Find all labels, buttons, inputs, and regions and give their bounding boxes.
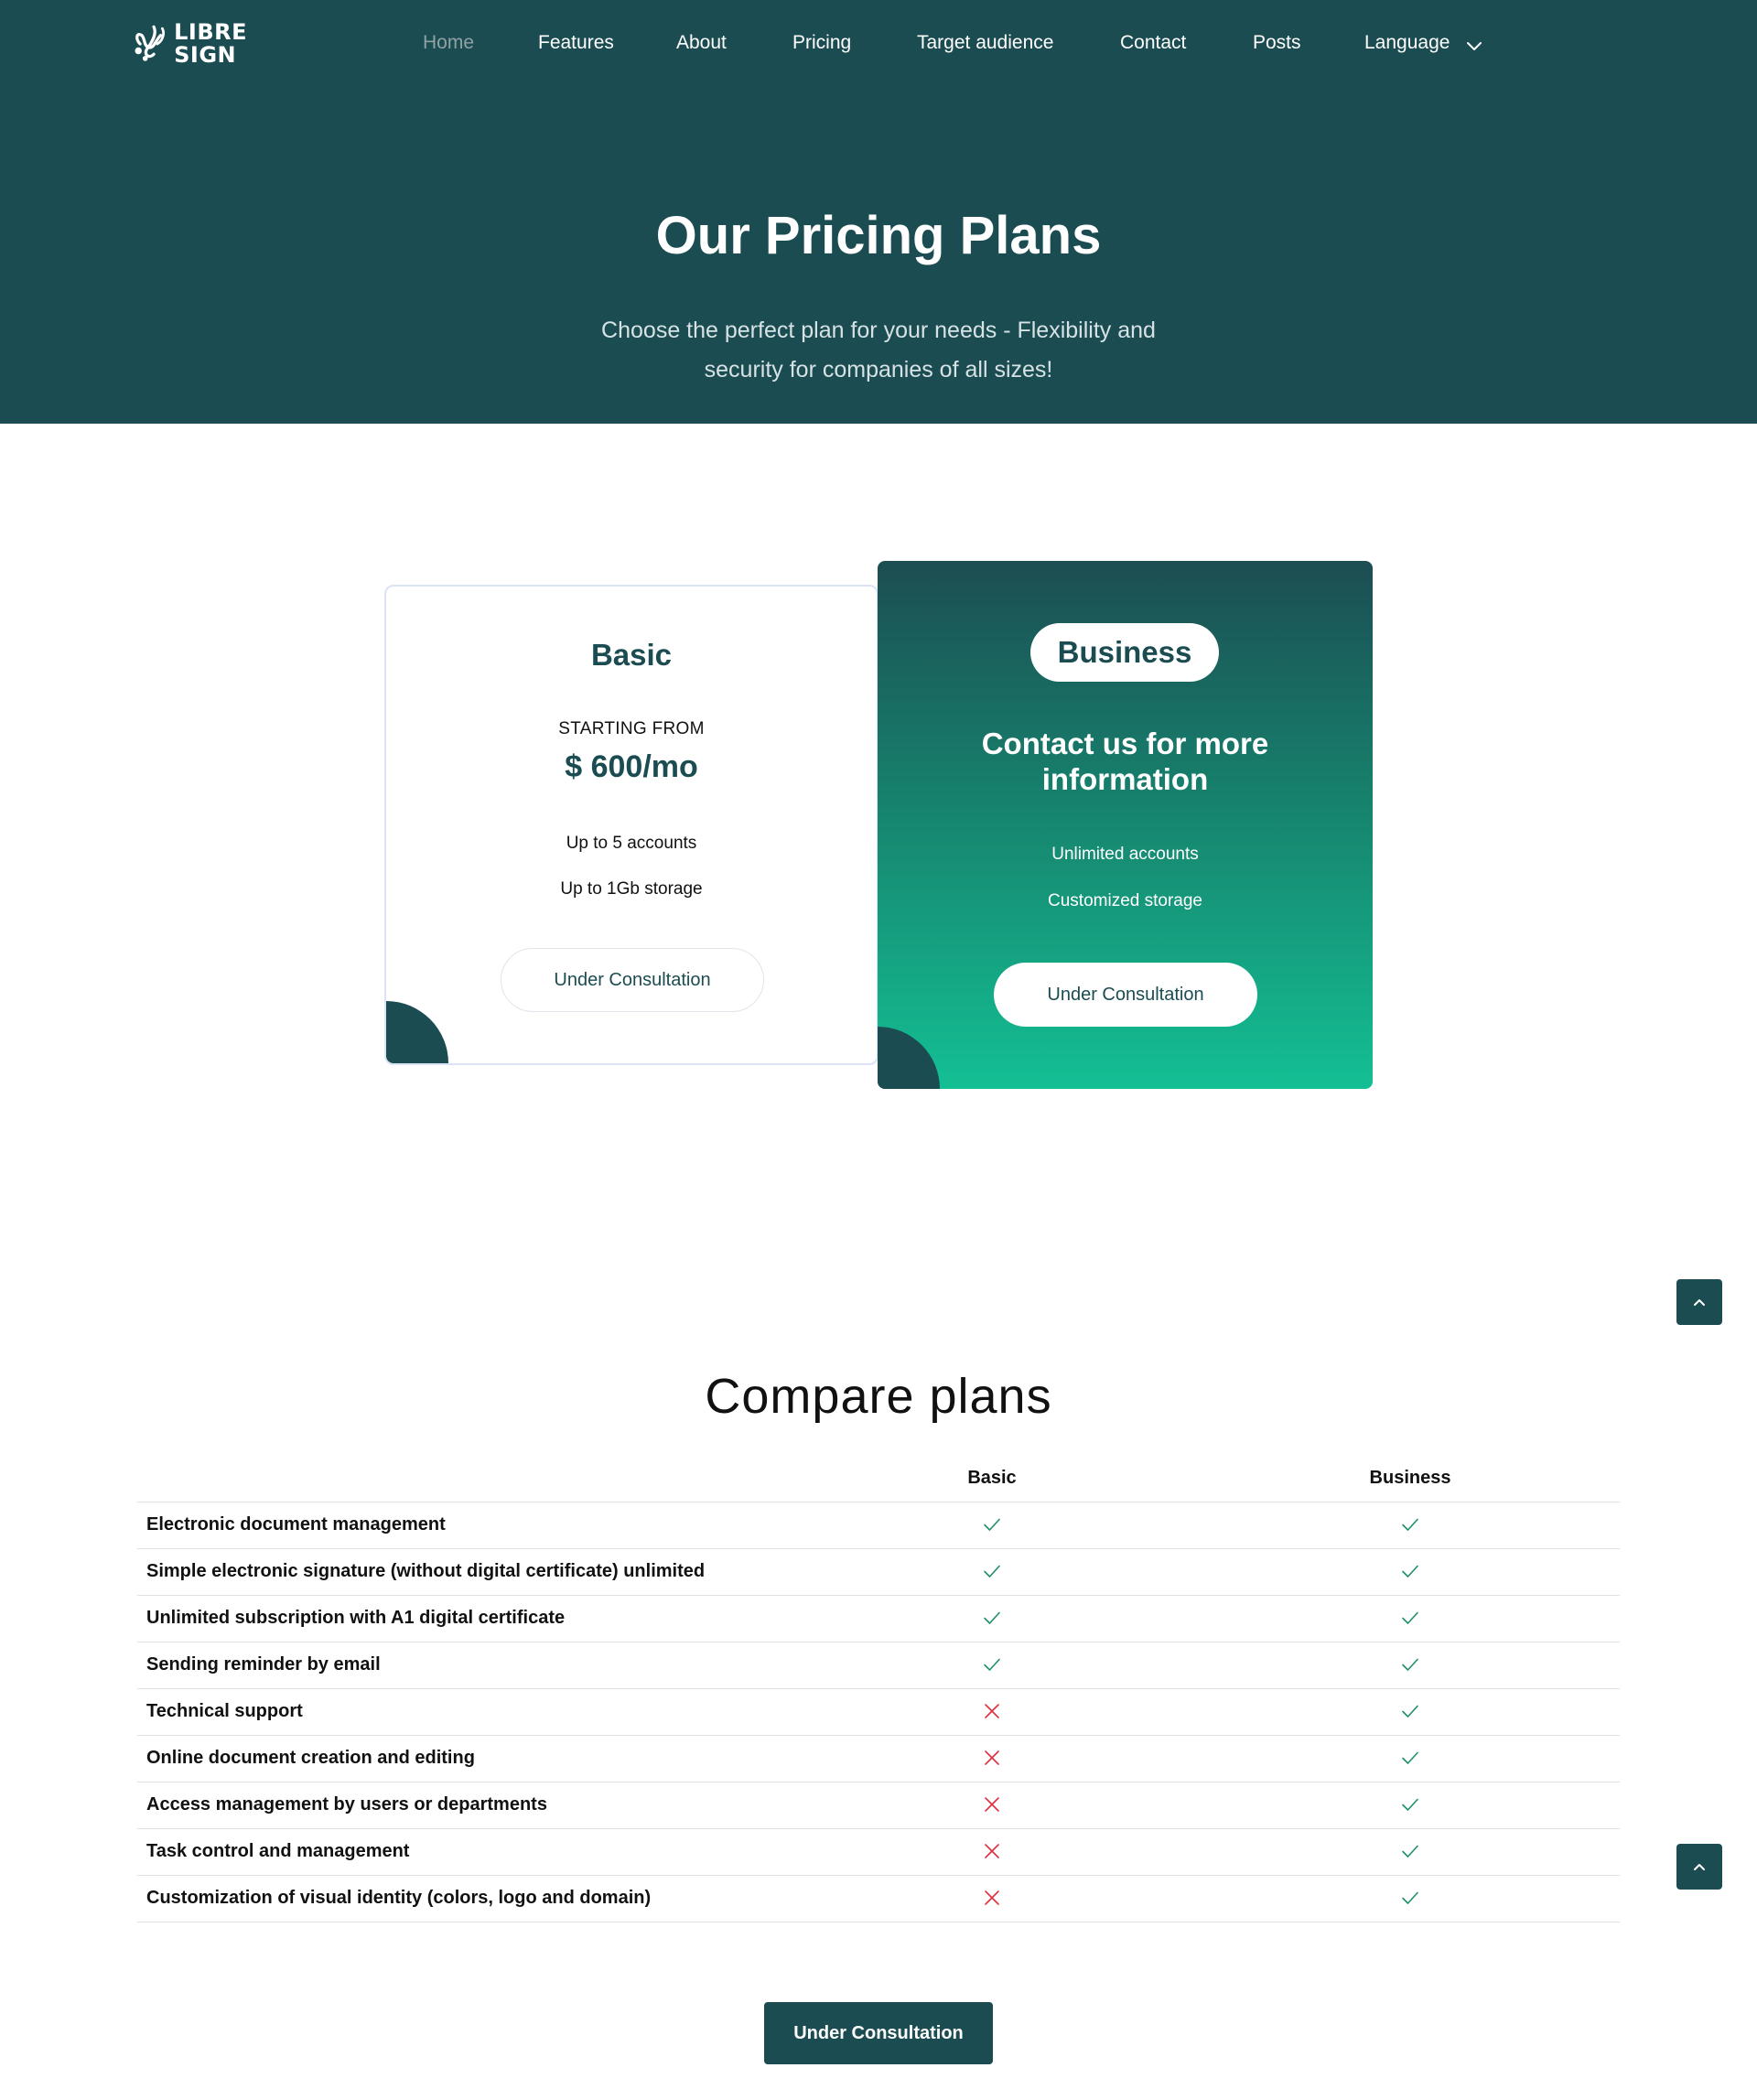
nav-pricing[interactable]: Pricing xyxy=(792,27,851,59)
column-header-basic: Basic xyxy=(967,1468,1017,1488)
table-row: Electronic document management xyxy=(137,1502,1620,1549)
starting-from-label: STARTING FROM xyxy=(558,719,705,738)
check-icon xyxy=(981,1513,1003,1535)
feature-label: Online document creation and editing xyxy=(146,1748,475,1768)
plan-feature: Up to 1Gb storage xyxy=(560,879,703,899)
chevron-down-icon[interactable] xyxy=(1465,37,1483,55)
feature-label: Access management by users or department… xyxy=(146,1794,547,1815)
chevron-up-icon xyxy=(1694,1299,1705,1306)
check-icon xyxy=(1399,1607,1421,1629)
table-row: Customization of visual identity (colors… xyxy=(137,1876,1620,1922)
basic-consultation-button[interactable]: Under Consultation xyxy=(501,948,764,1012)
compare-table-body: Electronic document management Simple ele… xyxy=(137,1502,1620,1922)
table-row: Online document creation and editing xyxy=(137,1736,1620,1782)
check-icon xyxy=(1399,1747,1421,1769)
plan-price: $ 600/mo xyxy=(565,749,698,784)
card-corner-decoration xyxy=(878,1027,940,1089)
close-icon xyxy=(981,1747,1003,1769)
table-row: Access management by users or department… xyxy=(137,1782,1620,1829)
compare-table: Basic Business Electronic document manag… xyxy=(137,1464,1620,1922)
page-title: Our Pricing Plans xyxy=(655,206,1102,265)
feature-label: Sending reminder by email xyxy=(146,1654,381,1675)
nav-home[interactable]: Home xyxy=(423,27,474,59)
close-icon xyxy=(981,1700,1003,1722)
check-icon xyxy=(981,1653,1003,1675)
nav-target-audience[interactable]: Target audience xyxy=(917,27,1053,59)
page-subtitle: Choose the perfect plan for your needs -… xyxy=(601,318,1156,382)
plan-card-basic: Basic STARTING FROM $ 600/mo Up to 5 acc… xyxy=(384,585,878,1065)
close-icon xyxy=(981,1887,1003,1909)
table-row: Technical support xyxy=(137,1689,1620,1736)
feature-label: Technical support xyxy=(146,1701,303,1721)
nav-contact[interactable]: Contact xyxy=(1120,27,1186,59)
scroll-top-button[interactable] xyxy=(1676,1844,1722,1890)
plan-feature: Customized storage xyxy=(1048,891,1202,910)
table-row: Unlimited subscription with A1 digital c… xyxy=(137,1596,1620,1642)
main-nav: Home Features About Pricing Target audie… xyxy=(0,27,1757,59)
hero-header: LIBRE SIGN Home Features About Pricing T… xyxy=(0,0,1757,424)
table-row: Task control and management xyxy=(137,1829,1620,1876)
check-icon xyxy=(1399,1513,1421,1535)
plan-card-business: Business Contact us for more information… xyxy=(878,561,1373,1089)
nav-language[interactable]: Language xyxy=(1364,27,1450,59)
feature-label: Simple electronic signature (without dig… xyxy=(146,1561,706,1581)
plan-name-badge: Business xyxy=(1030,623,1219,682)
nav-about[interactable]: About xyxy=(676,27,727,59)
column-header-business: Business xyxy=(1369,1468,1451,1488)
check-icon xyxy=(1399,1653,1421,1675)
plan-name: Basic xyxy=(590,638,673,672)
card-corner-decoration xyxy=(386,1001,448,1063)
plan-feature: Up to 5 accounts xyxy=(566,834,697,853)
table-row: Sending reminder by email xyxy=(137,1642,1620,1689)
chevron-up-icon xyxy=(1694,1864,1705,1870)
compare-title: Compare plans xyxy=(705,1369,1052,1424)
close-icon xyxy=(981,1840,1003,1862)
consultation-cta-button[interactable]: Under Consultation xyxy=(764,2002,993,2064)
close-icon xyxy=(981,1793,1003,1815)
table-row: Simple electronic signature (without dig… xyxy=(137,1549,1620,1596)
feature-label: Electronic document management xyxy=(146,1514,446,1535)
check-icon xyxy=(1399,1840,1421,1862)
feature-label: Task control and management xyxy=(146,1841,410,1861)
check-icon xyxy=(981,1607,1003,1629)
feature-label: Customization of visual identity (colors… xyxy=(146,1888,652,1908)
nav-posts[interactable]: Posts xyxy=(1253,27,1301,59)
check-icon xyxy=(1399,1700,1421,1722)
scroll-top-button[interactable] xyxy=(1676,1279,1722,1325)
check-icon xyxy=(1399,1560,1421,1582)
compare-table-header: Basic Business xyxy=(137,1464,1620,1502)
check-icon xyxy=(981,1560,1003,1582)
plan-feature: Unlimited accounts xyxy=(1051,845,1199,864)
business-consultation-button[interactable]: Under Consultation xyxy=(994,963,1257,1027)
plan-heading: Contact us for more information xyxy=(981,727,1269,796)
nav-features[interactable]: Features xyxy=(538,27,614,59)
check-icon xyxy=(1399,1887,1421,1909)
check-icon xyxy=(1399,1793,1421,1815)
feature-label: Unlimited subscription with A1 digital c… xyxy=(146,1608,566,1628)
